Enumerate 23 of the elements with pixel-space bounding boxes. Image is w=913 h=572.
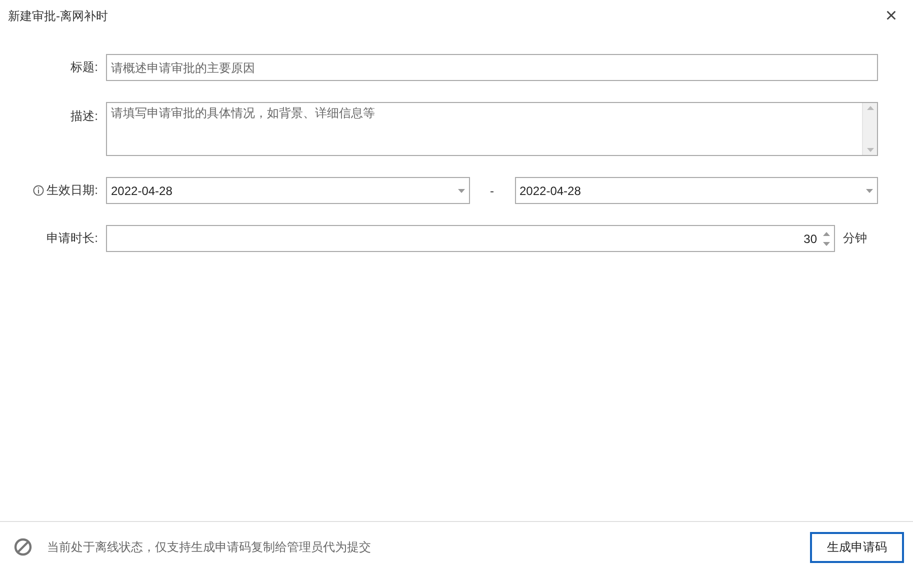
scroll-down-icon[interactable]: [866, 148, 874, 152]
scroll-up-icon[interactable]: [866, 106, 874, 110]
field-label: 申请时长:: [46, 230, 98, 247]
close-button[interactable]: ×: [885, 6, 897, 26]
unit-label: 分钟: [843, 230, 868, 247]
offline-icon: [14, 538, 32, 556]
duration-field[interactable]: 30: [106, 225, 835, 252]
scrollbar[interactable]: [862, 103, 877, 155]
offline-notice: 当前处于离线状态，仅支持生成申请码复制给管理员代为提交: [47, 538, 372, 556]
increment-icon[interactable]: [823, 232, 830, 236]
window-title: 新建审批-离网补时: [8, 8, 108, 24]
title-field[interactable]: 请概述申请审批的主要原因: [106, 54, 878, 81]
field-label: 描述:: [70, 108, 98, 125]
date-dropdown[interactable]: 2022-04-28: [106, 177, 470, 204]
generate-code-button[interactable]: 生成申请码: [810, 532, 904, 562]
field-label: 生效日期:: [46, 182, 98, 199]
date-dropdown[interactable]: 2022-04-28: [514, 177, 878, 204]
range-separator: -: [489, 184, 495, 198]
description-field[interactable]: 请填写申请审批的具体情况，如背景、详细信息等: [106, 102, 878, 156]
caret-icon[interactable]: [866, 188, 873, 192]
caret-icon[interactable]: [458, 188, 464, 192]
decrement-icon[interactable]: [823, 242, 830, 246]
field-label: 标题:: [70, 59, 98, 76]
